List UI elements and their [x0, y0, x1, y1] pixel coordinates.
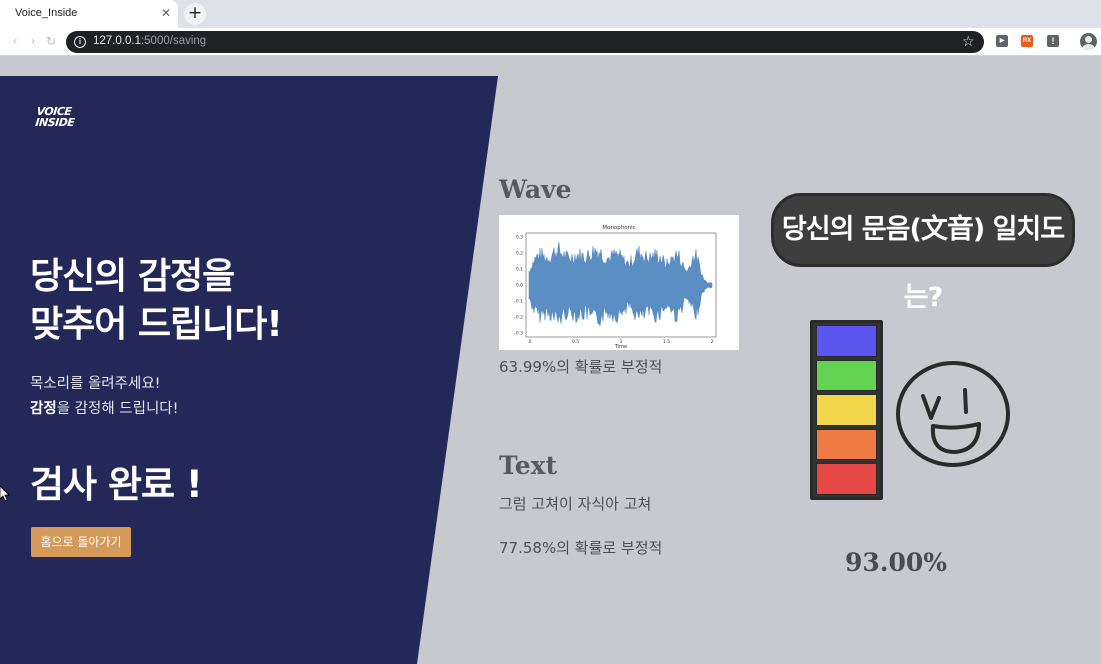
smiley-face-icon: [896, 361, 1010, 467]
meter-segment: [816, 463, 877, 495]
browser-tab[interactable]: Voice_Inside ✕: [0, 0, 178, 28]
meter-segment: [816, 359, 877, 391]
waveform-plot-image: Monophonic 0.3 0.2 0.1 0.0 -0.1 -0.2 -0.3 0 0.5…: [499, 215, 739, 350]
pronunciation-speech-bubble: 당신의 문음(文音) 일치도는?: [771, 193, 1075, 313]
plot-y-tick-label: -0.2: [514, 315, 523, 321]
score-meter: [810, 320, 883, 500]
forward-icon[interactable]: ›: [26, 34, 40, 48]
wave-heading: Wave: [499, 175, 572, 204]
text-heading: Text: [499, 451, 558, 480]
cast-icon[interactable]: ▶: [996, 35, 1008, 47]
hero-subtitle: 목소리를 올려주세요! 감정을 감정해 드립니다!: [30, 376, 179, 417]
meter-segment: [816, 428, 877, 460]
rx-extension-icon[interactable]: RX: [1021, 35, 1033, 47]
waveform-trace: [528, 242, 713, 327]
transcript-text: 그럼 고쳐이 자식아 고쳐: [499, 495, 652, 513]
tab-strip: Voice_Inside ✕ +: [0, 0, 1101, 28]
plot-y-tick-label: 0.0: [516, 283, 523, 289]
plot-y-ticks: 0.3 0.2 0.1 0.0 -0.1 -0.2 -0.3: [514, 235, 523, 337]
address-bar[interactable]: i 127.0.0.1:5000/saving ☆: [66, 31, 984, 53]
browser-toolbar: ‹ › ↻ i 127.0.0.1:5000/saving ☆ ▶ RX !: [0, 28, 1101, 56]
pronunciation-score: 93.00%: [845, 548, 948, 577]
plot-title: Monophonic: [602, 225, 635, 231]
url-text[interactable]: 127.0.0.1:5000/saving: [93, 35, 206, 47]
close-tab-icon[interactable]: ✕: [159, 6, 173, 20]
plot-y-tick-label: 0.3: [516, 235, 523, 241]
plot-y-tick-label: 0.2: [516, 251, 523, 257]
back-icon[interactable]: ‹: [8, 34, 22, 48]
wave-result-text: 63.99%의 확률로 부정적: [499, 358, 663, 376]
plot-x-tick-label: 1.5: [663, 339, 670, 345]
analysis-complete-heading: 검사 완료 !: [30, 463, 203, 506]
exclamation-extension-icon[interactable]: !: [1047, 35, 1059, 47]
meter-segment: [816, 394, 877, 426]
profile-icon[interactable]: [1080, 33, 1097, 50]
reload-icon[interactable]: ↻: [44, 34, 58, 48]
text-result-text: 77.58%의 확률로 부정적: [499, 539, 663, 557]
tab-title: Voice_Inside: [15, 7, 78, 19]
plot-x-tick-label: 2: [711, 339, 714, 345]
plot-y-tick-label: -0.1: [514, 299, 523, 305]
plot-y-tick-label: -0.3: [514, 331, 523, 337]
info-icon[interactable]: i: [74, 36, 86, 48]
page-top-band: [0, 57, 1101, 76]
mouse-cursor-icon: [0, 486, 10, 502]
plot-x-tick-label: 0: [529, 339, 532, 345]
voice-inside-logo[interactable]: VOICE INSIDE: [35, 105, 76, 129]
bookmark-star-icon[interactable]: ☆: [962, 33, 975, 51]
plot-xlabel: Time: [614, 344, 627, 350]
hero-title: 당신의 감정을 맞추어 드립니다!: [30, 256, 283, 345]
meter-segment: [816, 325, 877, 357]
go-home-button[interactable]: 홈으로 돌아가기: [31, 527, 131, 557]
plot-y-tick-label: 0.1: [516, 267, 523, 273]
new-tab-button[interactable]: +: [184, 3, 206, 25]
plot-x-tick-label: 0.5: [572, 339, 579, 345]
